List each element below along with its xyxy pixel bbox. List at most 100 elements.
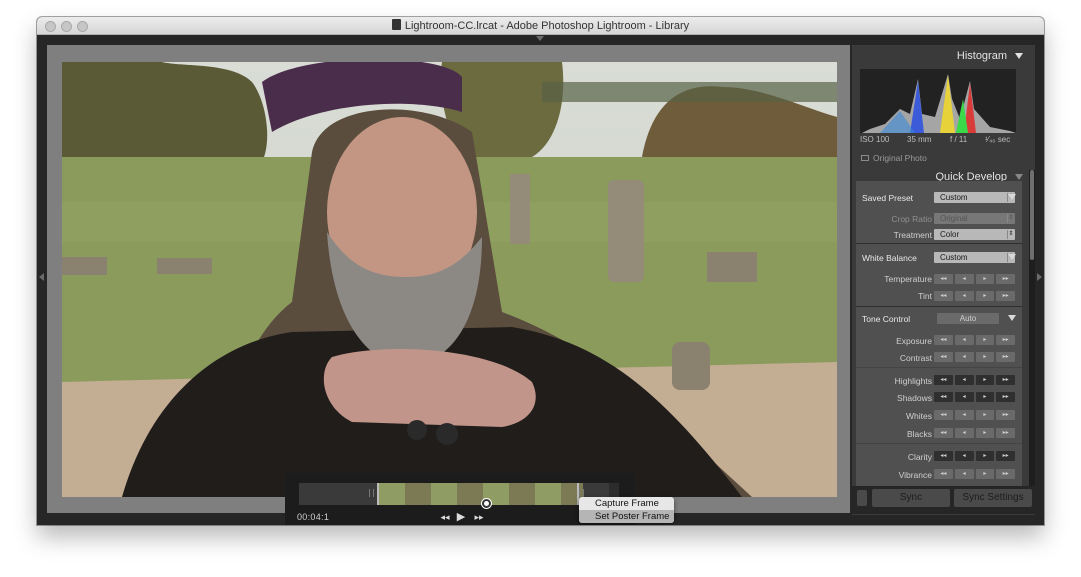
section-triangle-icon[interactable] [1008, 194, 1016, 200]
histogram-chart [860, 69, 1016, 133]
treatment-dropdown[interactable]: Color ⇕ [934, 229, 1015, 240]
increase-large-button[interactable]: ▸▸ [996, 274, 1015, 284]
tint-label: Tint [918, 291, 932, 301]
saved-preset-label: Saved Preset [862, 193, 914, 203]
section-divider [856, 306, 1022, 307]
decrease-button[interactable]: ◂ [954, 428, 974, 438]
increase-large-button[interactable]: ▸▸ [996, 410, 1015, 420]
video-frame-strip[interactable] [299, 483, 619, 505]
decrease-large-button[interactable]: ◂◂ [934, 335, 953, 345]
shadows-buttons: ◂◂ ◂ ▸ ▸▸ [934, 392, 1015, 402]
trim-start-handle[interactable] [369, 489, 374, 497]
previous-frame-icon[interactable]: ◂◂ [439, 511, 451, 523]
section-triangle-icon[interactable] [1008, 254, 1016, 260]
frame-thumb [325, 483, 351, 505]
iso-value: ISO 100 [860, 135, 890, 144]
white-balance-dropdown[interactable]: Custom ⇕ [934, 252, 1015, 263]
tint-buttons: ◂◂ ◂ ▸ ▸▸ [934, 291, 1015, 301]
right-panel-toggle-icon[interactable] [1037, 273, 1042, 281]
exposure-label: Exposure [896, 336, 932, 346]
increase-button[interactable]: ▸ [975, 469, 995, 479]
increase-button[interactable]: ▸ [975, 335, 995, 345]
decrease-large-button[interactable]: ◂◂ [934, 469, 953, 479]
timecode: 00:04:1 [297, 512, 330, 522]
collapse-triangle-icon[interactable] [1015, 174, 1023, 180]
increase-button[interactable]: ▸ [975, 451, 995, 461]
decrease-large-button[interactable]: ◂◂ [934, 392, 953, 402]
decrease-button[interactable]: ◂ [954, 352, 974, 362]
decrease-large-button[interactable]: ◂◂ [934, 352, 953, 362]
whites-label: Whites [906, 411, 932, 421]
decrease-large-button[interactable]: ◂◂ [934, 410, 953, 420]
loupe-view: 00:04:1 ◂◂ ▶ ▸▸ [47, 45, 850, 525]
collapse-triangle-icon[interactable] [1015, 53, 1023, 59]
increase-button[interactable]: ▸ [975, 291, 995, 301]
decrease-button[interactable]: ◂ [954, 291, 974, 301]
histogram-header[interactable]: Histogram [852, 47, 1029, 65]
auto-tone-button[interactable]: Auto [937, 313, 999, 324]
top-panel-toggle-icon[interactable] [536, 36, 544, 41]
decrease-large-button[interactable]: ◂◂ [934, 375, 953, 385]
increase-button[interactable]: ▸ [975, 392, 995, 402]
increase-large-button[interactable]: ▸▸ [996, 352, 1015, 362]
increase-large-button[interactable]: ▸▸ [996, 375, 1015, 385]
decrease-button[interactable]: ◂ [954, 469, 974, 479]
auto-sync-switch[interactable] [857, 490, 867, 506]
increase-button[interactable]: ▸ [975, 428, 995, 438]
exif-info: ISO 100 35 mm f / 11 ¹⁄₄₀ sec [860, 135, 1016, 147]
decrease-large-button[interactable]: ◂◂ [934, 291, 953, 301]
saved-preset-dropdown[interactable]: Custom ⇕ [934, 192, 1015, 203]
sync-settings-button[interactable]: Sync Settings [954, 489, 1032, 507]
treatment-label: Treatment [893, 230, 932, 240]
temperature-buttons: ◂◂ ◂ ▸ ▸▸ [934, 274, 1015, 284]
decrease-button[interactable]: ◂ [954, 410, 974, 420]
clarity-buttons: ◂◂ ◂ ▸ ▸▸ [934, 451, 1015, 461]
increase-large-button[interactable]: ▸▸ [996, 291, 1015, 301]
aperture-value: f / 11 [950, 135, 968, 144]
section-triangle-icon[interactable] [1008, 315, 1016, 321]
highlights-buttons: ◂◂ ◂ ▸ ▸▸ [934, 375, 1015, 385]
increase-button[interactable]: ▸ [975, 352, 995, 362]
increase-button[interactable]: ▸ [975, 410, 995, 420]
increase-large-button[interactable]: ▸▸ [996, 335, 1015, 345]
blacks-buttons: ◂◂ ◂ ▸ ▸▸ [934, 428, 1015, 438]
focal-length-value: 35 mm [907, 135, 932, 144]
playhead-handle[interactable] [482, 499, 491, 508]
increase-large-button[interactable]: ▸▸ [996, 469, 1015, 479]
increase-large-button[interactable]: ▸▸ [996, 392, 1015, 402]
video-frame-image [62, 62, 837, 497]
increase-button[interactable]: ▸ [975, 274, 995, 284]
play-icon[interactable]: ▶ [455, 511, 467, 523]
contrast-label: Contrast [899, 353, 932, 363]
stepper-arrows-icon: ⇕ [1007, 214, 1014, 223]
decrease-large-button[interactable]: ◂◂ [934, 428, 953, 438]
highlights-label: Highlights [894, 376, 932, 386]
increase-large-button[interactable]: ▸▸ [996, 428, 1015, 438]
decrease-large-button[interactable]: ◂◂ [934, 451, 953, 461]
original-photo-label: Original Photo [873, 153, 927, 163]
decrease-button[interactable]: ◂ [954, 274, 974, 284]
menu-item-capture-frame[interactable]: Capture Frame [579, 497, 674, 510]
section-divider [856, 367, 1022, 368]
panel-scrollbar[interactable] [1029, 170, 1035, 498]
trim-end-handle[interactable] [579, 489, 584, 497]
decrease-button[interactable]: ◂ [954, 335, 974, 345]
shadows-label: Shadows [897, 393, 932, 403]
white-balance-label: White Balance [862, 253, 917, 263]
increase-button[interactable]: ▸ [975, 375, 995, 385]
menu-item-set-poster-frame[interactable]: Set Poster Frame [579, 510, 674, 523]
section-divider [856, 443, 1022, 444]
scrollbar-thumb[interactable] [1030, 170, 1034, 260]
sync-button[interactable]: Sync [872, 489, 950, 507]
left-panel-toggle-icon[interactable] [39, 273, 44, 281]
crop-ratio-dropdown[interactable]: Original ⇕ [934, 213, 1015, 224]
increase-large-button[interactable]: ▸▸ [996, 451, 1015, 461]
window-title: Lightroom-CC.lrcat - Adobe Photoshop Lig… [37, 17, 1044, 35]
next-frame-icon[interactable]: ▸▸ [473, 511, 485, 523]
decrease-button[interactable]: ◂ [954, 375, 974, 385]
decrease-button[interactable]: ◂ [954, 451, 974, 461]
decrease-large-button[interactable]: ◂◂ [934, 274, 953, 284]
trim-selection[interactable] [377, 483, 579, 505]
section-divider [856, 243, 1022, 244]
decrease-button[interactable]: ◂ [954, 392, 974, 402]
